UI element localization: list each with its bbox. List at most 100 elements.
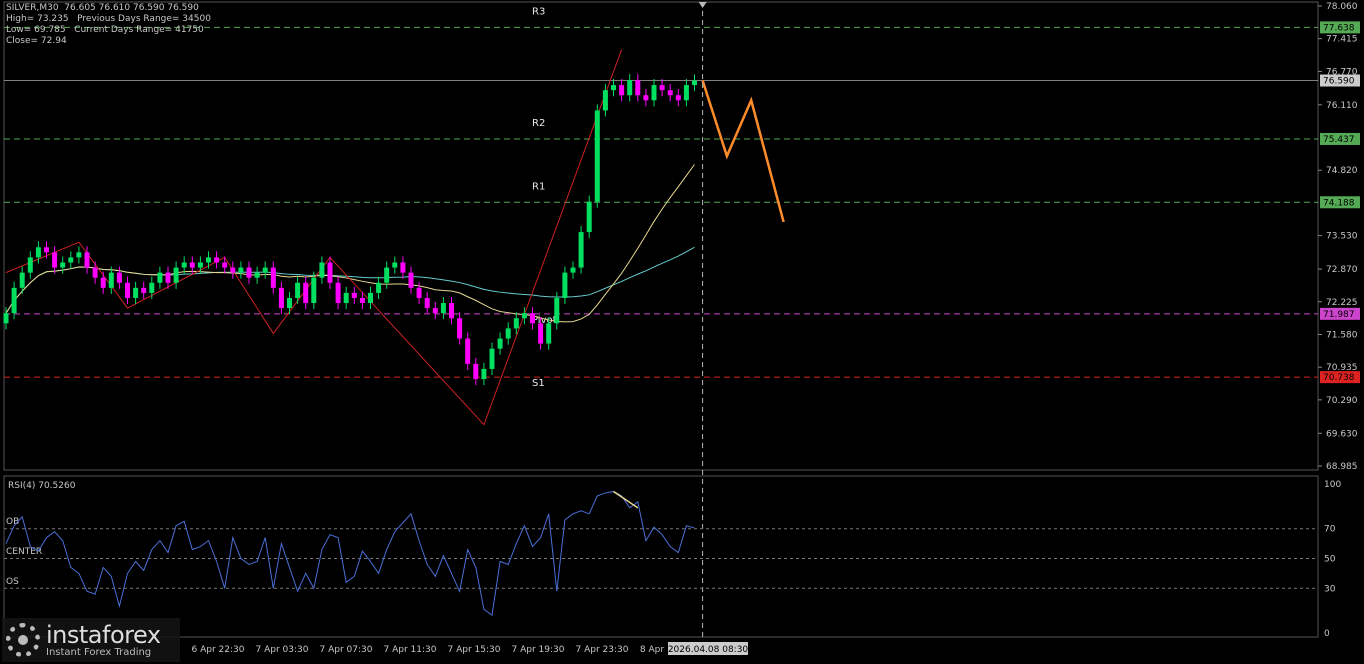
- candle-body: [432, 308, 438, 314]
- level-price-label: 74.188: [1323, 198, 1355, 208]
- candle-body: [643, 95, 649, 101]
- candle-body: [189, 262, 195, 268]
- candle-body: [165, 272, 171, 283]
- high-line: High= 73.235 Previous Days Range= 34500: [6, 14, 211, 24]
- candle-body: [35, 247, 41, 258]
- rsi-divergence-line: [613, 490, 639, 509]
- candle-body: [465, 338, 471, 364]
- candle-body: [651, 85, 657, 101]
- y-tick-label: 73.530: [1326, 232, 1358, 242]
- candle-body: [11, 287, 17, 314]
- candle-body: [546, 323, 552, 344]
- candle-body: [513, 318, 519, 329]
- level-price-label: 75.437: [1323, 135, 1355, 145]
- rsi-y-tick: 0: [1324, 629, 1330, 639]
- y-tick-label: 72.225: [1326, 298, 1358, 308]
- candle-body: [586, 201, 592, 233]
- candle-body: [238, 267, 244, 273]
- rsi-panel-frame: [3, 475, 1319, 638]
- candle-body: [230, 267, 236, 273]
- candle-body: [400, 262, 406, 273]
- level-label-r2: R2: [532, 118, 545, 129]
- candle-body: [270, 267, 276, 288]
- rsi-zone-label: OS: [6, 577, 19, 587]
- candle-body: [611, 85, 616, 91]
- candle-body: [675, 95, 681, 101]
- y-tick-label: 76.110: [1326, 101, 1358, 111]
- candle-body: [44, 247, 49, 253]
- candle-body: [554, 297, 560, 324]
- ma-fast-line: [5, 164, 695, 323]
- y-tick-label: 78.060: [1326, 2, 1358, 12]
- trading-chart[interactable]: 78.06077.41576.77076.11074.82073.53072.8…: [0, 0, 1364, 664]
- candle-body: [578, 232, 584, 268]
- candle-body: [530, 313, 535, 324]
- candle-body: [538, 323, 544, 344]
- candle-body: [92, 267, 98, 278]
- close-line: Close= 72.94: [6, 36, 67, 46]
- candle-body: [424, 297, 430, 309]
- zigzag-line: [5, 49, 623, 426]
- x-tick-label: 7 Apr 03:30: [256, 645, 309, 655]
- candle-body: [392, 262, 398, 268]
- symbol-line: SILVER,M30 76.605 76.610 76.590 76.590: [6, 3, 199, 13]
- level-label-r3: R3: [532, 6, 545, 17]
- candle-body: [108, 272, 114, 288]
- candle-body: [440, 303, 446, 314]
- main-panel-frame: [3, 1, 1319, 471]
- logo-tagline: Instant Forex Trading: [46, 646, 152, 658]
- candle-body: [295, 282, 301, 298]
- candle-body: [594, 110, 600, 202]
- candle-body: [683, 85, 689, 101]
- candle-body: [619, 85, 625, 96]
- candle-body: [116, 272, 122, 283]
- candle-body: [311, 277, 317, 304]
- y-tick-label: 70.290: [1326, 396, 1358, 406]
- cursor-marker-icon: [698, 2, 707, 8]
- candle-body: [84, 252, 90, 268]
- rsi-y-tick: 50: [1324, 555, 1336, 565]
- candle-body: [278, 287, 284, 309]
- instaforex-logo: instaforex Instant Forex Trading: [2, 618, 180, 662]
- x-tick-label: 7 Apr 11:30: [384, 645, 437, 655]
- candle-body: [3, 313, 9, 324]
- current-price-label: 76.590: [1323, 77, 1355, 87]
- x-tick-label: 7 Apr 07:30: [320, 645, 373, 655]
- rsi-line: [5, 490, 695, 617]
- candle-body: [52, 252, 58, 268]
- candle-body: [197, 262, 203, 268]
- candle-body: [602, 90, 608, 111]
- x-tick-label: 7 Apr 19:30: [512, 645, 565, 655]
- candle-body: [343, 292, 349, 304]
- candle-body: [149, 282, 155, 293]
- rsi-y-tick: 30: [1324, 584, 1336, 594]
- low-line: Low= 69.785 Current Days Range= 41750: [6, 25, 204, 35]
- candle-body: [214, 257, 220, 263]
- candle-body: [181, 262, 187, 268]
- rsi-y-tick: 100: [1324, 480, 1341, 490]
- candle-body: [327, 262, 333, 283]
- candle-body: [262, 267, 268, 273]
- level-price-label: 77.638: [1323, 23, 1355, 33]
- candle-body: [60, 262, 66, 268]
- candle-body: [521, 313, 527, 319]
- candle-body: [368, 292, 373, 304]
- y-tick-label: 72.870: [1326, 265, 1358, 275]
- forecast-path: [701, 80, 785, 223]
- candle-body: [659, 85, 665, 91]
- candle-body: [359, 297, 365, 304]
- x-tick-label: 8 Apr: [640, 645, 664, 655]
- candle-body: [27, 257, 33, 273]
- candle-body: [303, 282, 309, 304]
- candle-body: [173, 267, 179, 283]
- y-tick-label: 74.820: [1326, 166, 1358, 176]
- cursor-time-label: 2026.04.08 08:30: [668, 645, 749, 655]
- candle-body: [408, 272, 414, 288]
- logo-brand: instaforex: [46, 620, 161, 649]
- candle-body: [416, 287, 422, 298]
- candle-body: [562, 272, 568, 298]
- y-tick-label: 71.580: [1326, 330, 1358, 340]
- candle-body: [667, 90, 673, 96]
- candle-body: [254, 272, 260, 278]
- candle-body: [376, 282, 382, 293]
